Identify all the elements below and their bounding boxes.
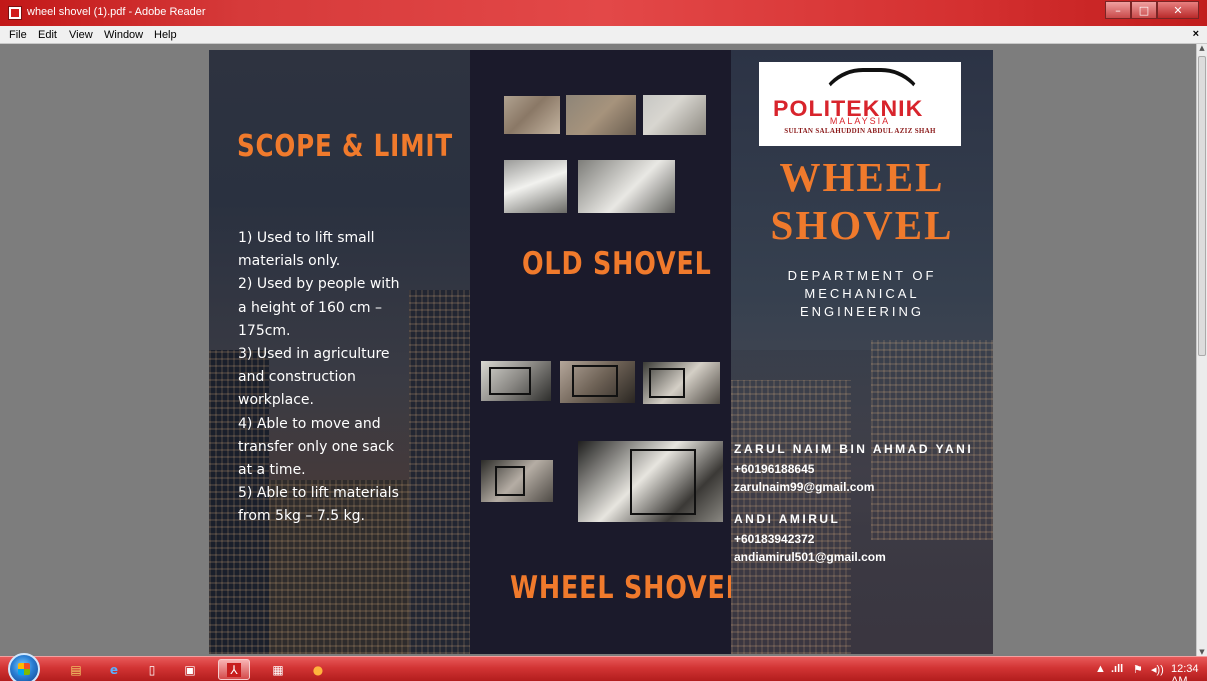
action-center-icon[interactable]: ⚑: [1133, 663, 1143, 676]
contact-name: ZARUL NAIM BIN AHMAD YANI: [734, 442, 974, 456]
volume-icon[interactable]: ◂)): [1151, 663, 1164, 676]
photo-frame: [572, 365, 618, 397]
window-titlebar[interactable]: wheel shovel (1).pdf - Adobe Reader – □ …: [0, 0, 1207, 26]
brochure-title-line2: SHOVEL: [770, 202, 954, 248]
minimize-button[interactable]: –: [1105, 1, 1131, 19]
photo-frame: [495, 466, 525, 496]
scope-panel: SCOPE & LIMIT 1) Used to lift small mate…: [209, 50, 470, 654]
scope-line: 175cm.: [238, 322, 291, 339]
scope-line: 4) Able to move and: [238, 415, 381, 432]
scope-line: 3) Used in agriculture: [238, 346, 390, 363]
menu-help[interactable]: Help: [154, 29, 177, 41]
clock[interactable]: 12:34 AM: [1171, 663, 1207, 681]
scope-line: from 5kg – 7.5 kg.: [238, 508, 365, 525]
scope-line: 5) Able to lift materials: [238, 485, 399, 502]
contact-phone: +60196188645: [734, 462, 815, 476]
scope-line: materials only.: [238, 253, 341, 270]
old-shovel-photo: [504, 160, 567, 213]
menu-view[interactable]: View: [69, 29, 93, 41]
photo-frame: [630, 449, 696, 515]
scrollbar-thumb[interactable]: [1198, 56, 1206, 356]
logo-institution: SULTAN SALAHUDDIN ABDUL AZIZ SHAH: [784, 127, 936, 135]
scope-heading: SCOPE & LIMIT: [237, 129, 454, 164]
department-label: DEPARTMENT OF MECHANICAL ENGINEERING: [731, 267, 993, 321]
menu-edit[interactable]: Edit: [38, 29, 57, 41]
contact-name: ANDI AMIRUL: [734, 512, 841, 526]
scope-line: and construction: [238, 369, 356, 386]
scope-line: a height of 160 cm –: [238, 299, 383, 316]
wheel-shovel-photo: [643, 362, 720, 404]
department-line: MECHANICAL: [804, 286, 920, 301]
taskbar: ▤ e ▯ ▣ ⅄ ▦ ● ▲ .ıll ⚑ ◂)) 12:34 AM: [0, 653, 1207, 681]
menu-file[interactable]: File: [9, 29, 27, 41]
wheel-shovel-photo: [560, 361, 635, 403]
scope-line: 2) Used by people with: [238, 276, 400, 293]
scroll-up-arrow-icon[interactable]: ▲: [1198, 44, 1206, 52]
old-shovel-photo: [578, 160, 675, 213]
shovel-photos-panel: OLD SHOVEL WHEEL SHOVEL: [470, 50, 731, 654]
adobe-reader-icon: [8, 6, 22, 20]
photo-frame: [649, 368, 685, 398]
start-button[interactable]: [8, 653, 40, 681]
department-line: DEPARTMENT OF: [787, 268, 937, 283]
close-document-button[interactable]: ×: [1193, 28, 1199, 40]
scope-line: 1) Used to lift small: [238, 230, 375, 246]
firefox-icon[interactable]: ●: [302, 659, 334, 680]
old-shovel-heading: OLD SHOVEL: [522, 246, 712, 282]
brochure-title-line1: WHEEL: [779, 154, 945, 200]
document-icon[interactable]: ▯: [136, 659, 168, 680]
contact-email: andiamirul501@gmail.com: [734, 550, 886, 564]
media-icon[interactable]: ▣: [174, 659, 206, 680]
close-button[interactable]: ✕: [1157, 1, 1199, 19]
menu-window[interactable]: Window: [104, 29, 143, 41]
wheel-shovel-photo: [481, 460, 553, 502]
maximize-button[interactable]: □: [1131, 1, 1157, 19]
scope-line: transfer only one sack: [238, 438, 394, 455]
pdf-page: SCOPE & LIMIT 1) Used to lift small mate…: [209, 50, 993, 654]
window-controls: – □ ✕: [1105, 1, 1199, 19]
logo-subtitle: MALAYSIA: [829, 116, 891, 126]
app-taskbar-icon[interactable]: ▦: [262, 659, 294, 680]
scope-list: 1) Used to lift small materials only. 2)…: [238, 227, 438, 529]
show-hidden-icons-arrow-icon[interactable]: ▲: [1095, 663, 1106, 675]
internet-explorer-icon[interactable]: e: [98, 659, 130, 680]
old-shovel-photo: [566, 95, 636, 135]
menu-bar: File Edit View Window Help ×: [0, 26, 1207, 44]
contact-phone: +60183942372: [734, 532, 815, 546]
network-signal-icon[interactable]: .ıll: [1111, 663, 1123, 675]
wheel-shovel-heading: WHEEL SHOVEL: [510, 570, 731, 606]
department-line: ENGINEERING: [799, 304, 924, 319]
vertical-scrollbar[interactable]: ▲ ▼: [1196, 44, 1207, 656]
adobe-reader-taskbar-icon[interactable]: ⅄: [218, 659, 250, 680]
title-panel: POLITEKNIK MALAYSIA SULTAN SALAHUDDIN AB…: [731, 50, 993, 654]
contact-email: zarulnaim99@gmail.com: [734, 480, 875, 494]
wheel-shovel-photo: [578, 441, 723, 522]
politeknik-logo: POLITEKNIK MALAYSIA SULTAN SALAHUDDIN AB…: [759, 62, 961, 146]
window-title: wheel shovel (1).pdf - Adobe Reader: [27, 6, 206, 18]
system-tray: ▲ .ıll ⚑ ◂)) 12:34 AM: [1047, 657, 1207, 681]
old-shovel-photo: [504, 96, 560, 134]
building-windows: [871, 340, 993, 540]
scope-line: at a time.: [238, 462, 306, 479]
photo-frame: [489, 367, 531, 395]
wheel-shovel-photo: [481, 361, 551, 401]
old-shovel-photo: [643, 95, 706, 135]
scroll-down-arrow-icon[interactable]: ▼: [1198, 648, 1206, 656]
scope-line: workplace.: [238, 392, 314, 409]
file-explorer-icon[interactable]: ▤: [60, 659, 92, 680]
